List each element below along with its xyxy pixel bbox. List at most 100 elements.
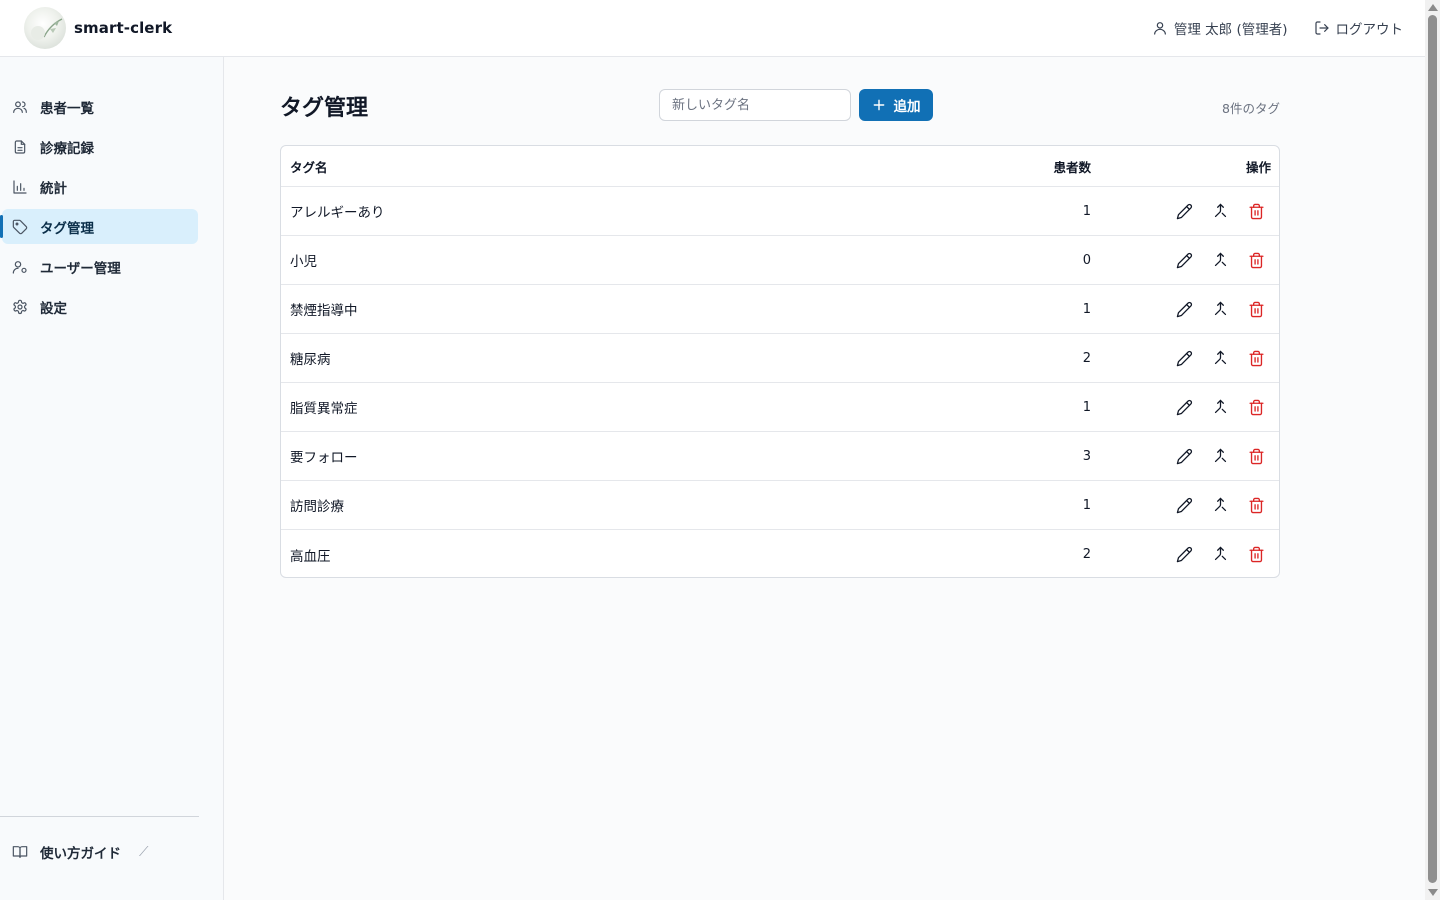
delete-button[interactable] bbox=[1247, 202, 1265, 220]
table-row: 訪問診療 1 bbox=[281, 481, 1279, 530]
merge-icon bbox=[1214, 448, 1226, 462]
pencil-icon bbox=[1176, 399, 1192, 415]
merge-button[interactable] bbox=[1211, 300, 1229, 318]
merge-button[interactable] bbox=[1211, 496, 1229, 514]
logout-icon bbox=[1314, 21, 1329, 35]
merge-icon bbox=[1214, 301, 1226, 315]
edit-button[interactable] bbox=[1175, 398, 1193, 416]
sidebar-nav: 患者一覧 診療記録 統計 タグ管理 ユーザー管理 設定 bbox=[0, 57, 223, 324]
pencil-icon bbox=[1176, 301, 1192, 317]
tag-name: アレルギーあり bbox=[290, 205, 385, 221]
patient-count: 1 bbox=[1082, 203, 1091, 219]
table-row: 要フォロー 3 bbox=[281, 432, 1279, 481]
new-tag-input[interactable] bbox=[659, 89, 851, 121]
gear-icon bbox=[13, 299, 27, 314]
table-row: 高血圧 2 bbox=[281, 530, 1279, 577]
tag-name: 脂質異常症 bbox=[290, 401, 358, 417]
merge-icon bbox=[1214, 252, 1226, 266]
user-icon bbox=[1153, 22, 1166, 35]
bar-chart-icon bbox=[13, 179, 27, 194]
edit-button[interactable] bbox=[1175, 349, 1193, 367]
sidebar-item-records[interactable]: 診療記録 bbox=[2, 129, 198, 164]
table-row: 禁煙指導中 1 bbox=[281, 285, 1279, 334]
sidebar-item-tags[interactable]: タグ管理 bbox=[0, 209, 198, 244]
trash-icon bbox=[1248, 252, 1264, 268]
tag-name: 禁煙指導中 bbox=[290, 303, 358, 319]
page-scrollbar[interactable] bbox=[1425, 0, 1440, 900]
patient-count: 3 bbox=[1082, 448, 1091, 464]
tag-name: 糖尿病 bbox=[290, 352, 331, 368]
sidebar-item-patients[interactable]: 患者一覧 bbox=[2, 89, 198, 124]
merge-button[interactable] bbox=[1211, 349, 1229, 367]
pencil-icon bbox=[1176, 448, 1192, 464]
column-header-patient-count: 患者数 bbox=[1053, 159, 1091, 175]
delete-button[interactable] bbox=[1247, 546, 1265, 564]
sidebar-item-label: 統計 bbox=[40, 180, 67, 197]
edit-button[interactable] bbox=[1175, 300, 1193, 318]
merge-button[interactable] bbox=[1211, 398, 1229, 416]
edit-button[interactable] bbox=[1175, 447, 1193, 465]
delete-button[interactable] bbox=[1247, 251, 1265, 269]
merge-button[interactable] bbox=[1211, 447, 1229, 465]
merge-icon bbox=[1214, 399, 1226, 413]
app-name: smart-clerk bbox=[74, 19, 173, 37]
merge-button[interactable] bbox=[1211, 251, 1229, 269]
edit-button[interactable] bbox=[1175, 202, 1193, 220]
merge-button[interactable] bbox=[1211, 202, 1229, 220]
scrollbar-thumb[interactable] bbox=[1428, 15, 1437, 883]
table-row: 糖尿病 2 bbox=[281, 334, 1279, 383]
pencil-icon bbox=[1176, 350, 1192, 366]
pencil-icon bbox=[1176, 203, 1192, 219]
current-user: 管理 太郎 (管理者) bbox=[1152, 18, 1288, 38]
patient-count: 1 bbox=[1082, 399, 1091, 415]
scroll-down-arrow-icon[interactable] bbox=[1428, 889, 1438, 896]
column-header-tag-name: タグ名 bbox=[290, 159, 328, 175]
logout-button[interactable]: ログアウト bbox=[1314, 18, 1403, 38]
edit-button[interactable] bbox=[1175, 251, 1193, 269]
sidebar-item-label: 設定 bbox=[40, 300, 67, 317]
row-actions bbox=[1175, 546, 1265, 564]
merge-icon bbox=[1214, 546, 1226, 561]
edit-button[interactable] bbox=[1175, 496, 1193, 514]
user-cog-icon bbox=[12, 260, 27, 274]
delete-button[interactable] bbox=[1247, 447, 1265, 465]
trash-icon bbox=[1248, 546, 1264, 563]
usage-guide-label: 使い方ガイド bbox=[40, 846, 121, 862]
tag-count: 8件のタグ bbox=[1222, 101, 1280, 116]
trash-icon bbox=[1248, 301, 1264, 317]
row-actions bbox=[1175, 251, 1265, 269]
trash-icon bbox=[1248, 203, 1264, 219]
app-logo bbox=[24, 7, 66, 49]
merge-icon bbox=[1214, 203, 1226, 217]
brand[interactable]: smart-clerk bbox=[24, 7, 172, 49]
table-row: 小児 0 bbox=[281, 236, 1279, 285]
scroll-up-arrow-icon[interactable] bbox=[1428, 4, 1438, 11]
usage-guide-link[interactable]: 使い方ガイド ⟋ bbox=[12, 842, 148, 862]
merge-button[interactable] bbox=[1211, 546, 1229, 564]
sidebar-item-settings[interactable]: 設定 bbox=[2, 289, 198, 324]
trash-icon bbox=[1248, 497, 1264, 513]
tags-table: タグ名 患者数 操作 アレルギーあり 1 小児 0 禁煙指導中 1 糖尿病 2 … bbox=[280, 145, 1280, 578]
top-header: smart-clerk 管理 太郎 (管理者) ログアウト bbox=[0, 0, 1425, 57]
merge-icon bbox=[1214, 350, 1226, 364]
pencil-icon bbox=[1176, 252, 1192, 268]
delete-button[interactable] bbox=[1247, 398, 1265, 416]
delete-button[interactable] bbox=[1247, 496, 1265, 514]
book-icon bbox=[12, 846, 28, 858]
pencil-icon bbox=[1176, 497, 1192, 513]
trash-icon bbox=[1248, 399, 1264, 415]
sidebar-item-stats[interactable]: 統計 bbox=[2, 169, 198, 204]
user-name: 管理 太郎 (管理者) bbox=[1173, 22, 1288, 38]
sidebar-item-users[interactable]: ユーザー管理 bbox=[2, 249, 198, 284]
delete-button[interactable] bbox=[1247, 349, 1265, 367]
tag-name: 小児 bbox=[290, 254, 317, 270]
edit-button[interactable] bbox=[1175, 546, 1193, 564]
row-actions bbox=[1175, 349, 1265, 367]
tag-name: 高血圧 bbox=[290, 548, 331, 565]
add-tag-button[interactable]: 追加 bbox=[859, 89, 933, 121]
sidebar-item-label: ユーザー管理 bbox=[40, 260, 121, 277]
pencil-icon bbox=[1176, 546, 1192, 563]
delete-button[interactable] bbox=[1247, 300, 1265, 318]
merge-icon bbox=[1214, 497, 1226, 511]
row-actions bbox=[1175, 398, 1265, 416]
